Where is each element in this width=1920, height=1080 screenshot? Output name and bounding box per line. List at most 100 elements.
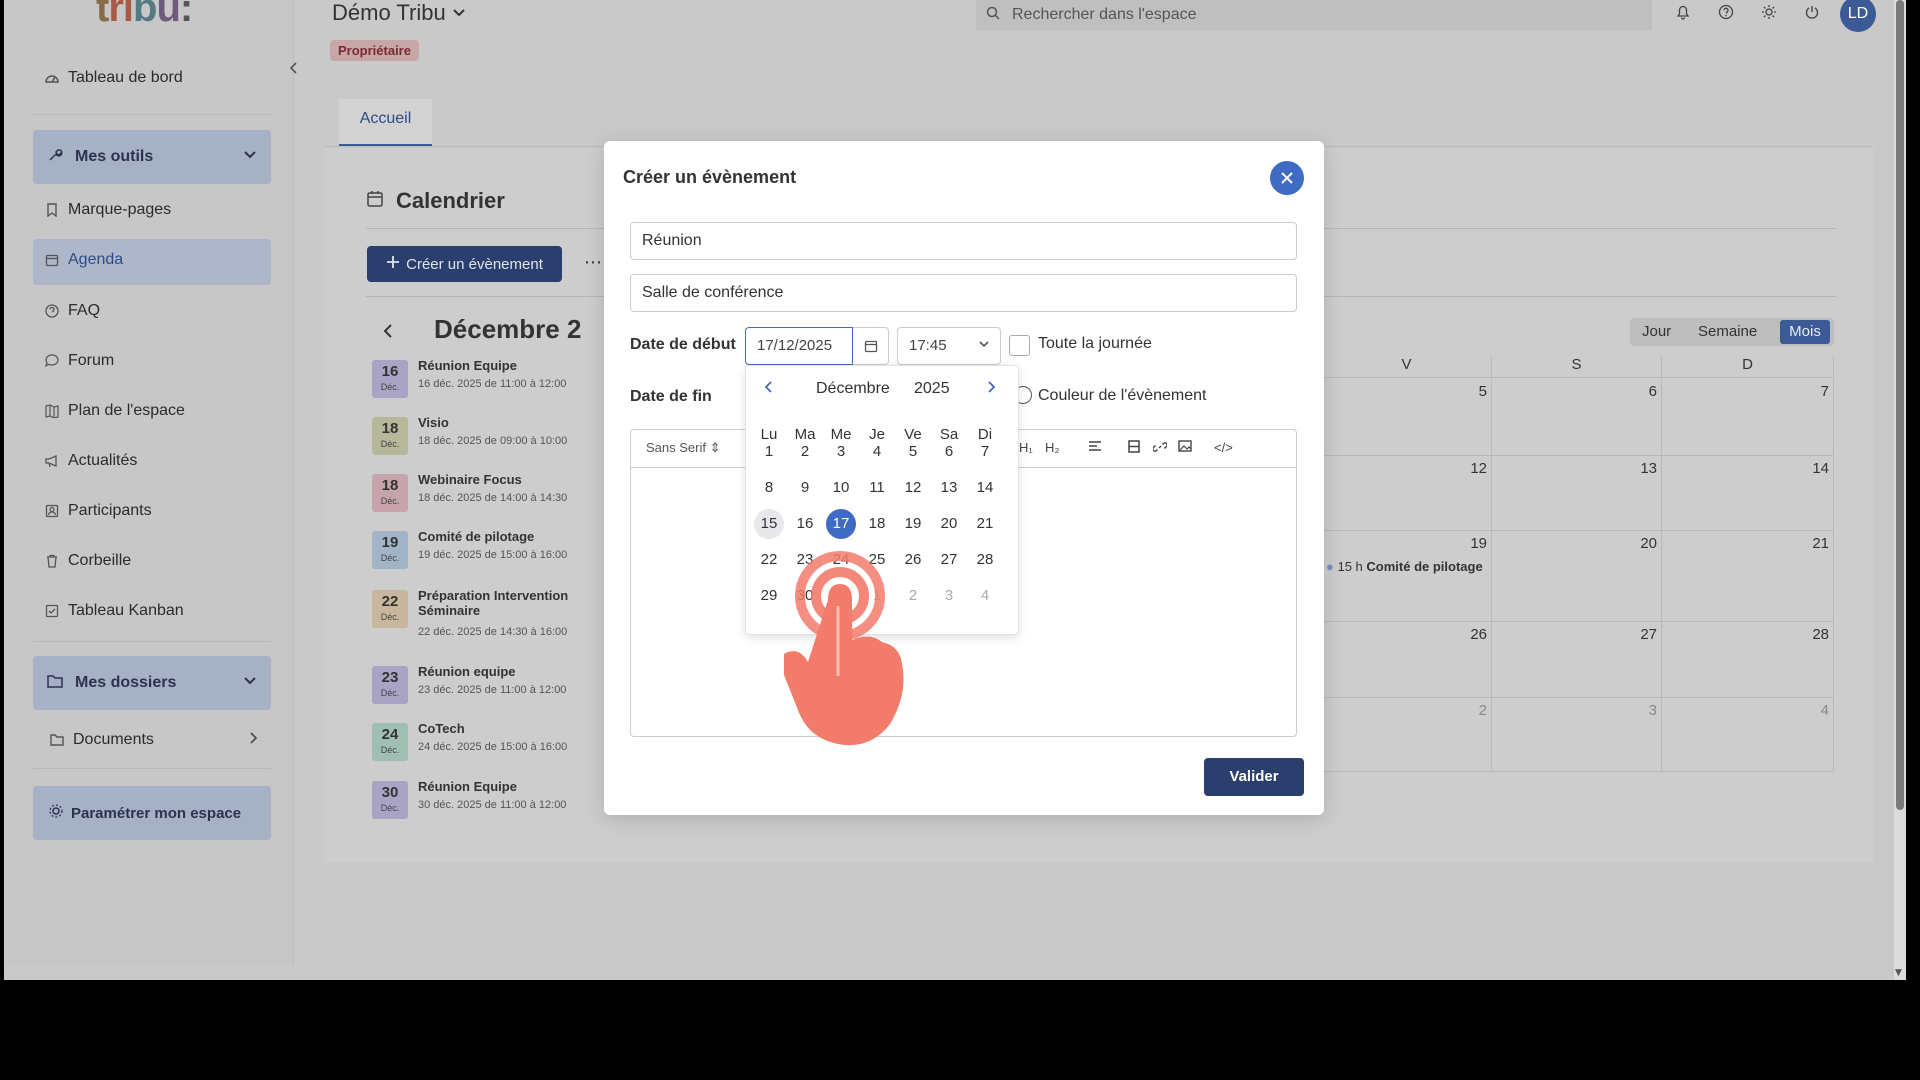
picker-day[interactable]: 24 bbox=[826, 545, 856, 575]
calendar-day-cell[interactable]: 20 bbox=[1492, 531, 1662, 622]
sidebar-item-documents[interactable]: Documents bbox=[49, 723, 259, 757]
prev-month-button[interactable] bbox=[382, 320, 394, 344]
sidebar-item-marque-pages[interactable]: Marque-pages bbox=[44, 193, 171, 227]
picker-day[interactable]: 22 bbox=[754, 545, 784, 575]
heading2-button[interactable]: H₂ bbox=[1045, 440, 1059, 455]
picker-prev-month-button[interactable] bbox=[764, 378, 774, 399]
picker-day[interactable]: 4 bbox=[970, 581, 1000, 611]
picker-day[interactable]: 11 bbox=[862, 473, 892, 503]
picker-day[interactable]: 30 bbox=[790, 581, 820, 611]
picker-day[interactable]: 14 bbox=[970, 473, 1000, 503]
event-list-item[interactable]: 18 Déc. Visio 18 déc. 2025 de 09:00 à 10:00 bbox=[372, 415, 602, 463]
picker-next-month-button[interactable] bbox=[986, 378, 996, 399]
theme-sun-icon[interactable] bbox=[1758, 4, 1780, 26]
picker-day[interactable]: 18 bbox=[862, 509, 892, 539]
settings-button[interactable]: Paramétrer mon espace bbox=[33, 786, 271, 840]
calendar-day-cell[interactable]: 27 bbox=[1492, 622, 1662, 698]
picker-day[interactable]: 1 bbox=[862, 581, 892, 611]
close-button[interactable] bbox=[1270, 161, 1304, 195]
sidebar-item-participants[interactable]: Participants bbox=[44, 494, 152, 528]
calendar-day-cell[interactable]: 12 bbox=[1322, 456, 1492, 531]
grid-event[interactable]: ● 15 h Comité de pilotage bbox=[1326, 559, 1483, 574]
picker-month[interactable]: Décembre bbox=[816, 380, 890, 398]
video-icon[interactable] bbox=[1128, 440, 1140, 456]
calendar-day-cell[interactable]: 13 bbox=[1492, 456, 1662, 531]
picker-day[interactable]: 1 bbox=[754, 437, 784, 467]
help-icon[interactable] bbox=[1715, 4, 1737, 26]
more-options-icon[interactable]: ⋯ bbox=[584, 252, 602, 273]
picker-day[interactable]: 3 bbox=[826, 437, 856, 467]
picker-day[interactable]: 10 bbox=[826, 473, 856, 503]
bell-icon[interactable] bbox=[1672, 4, 1694, 26]
calendar-day-cell[interactable]: 28 bbox=[1662, 622, 1834, 698]
create-event-button[interactable]: Créer un évènement bbox=[367, 246, 562, 282]
calendar-day-cell[interactable]: 5 bbox=[1322, 379, 1492, 456]
heading1-button[interactable]: H₁ bbox=[1019, 440, 1033, 455]
calendar-day-cell[interactable]: 2 bbox=[1322, 698, 1492, 772]
font-select[interactable]: Sans Serif ⇕ bbox=[646, 440, 721, 456]
picker-day[interactable]: 20 bbox=[934, 509, 964, 539]
picker-day[interactable]: 19 bbox=[898, 509, 928, 539]
sidebar-item-corbeille[interactable]: Corbeille bbox=[44, 544, 131, 578]
sidebar-item-dashboard[interactable]: Tableau de bord bbox=[44, 61, 183, 95]
calendar-day-cell[interactable]: 21 bbox=[1662, 531, 1834, 622]
tools-group-toggle[interactable]: Mes outils bbox=[33, 130, 271, 184]
picker-day[interactable]: 7 bbox=[970, 437, 1000, 467]
calendar-day-cell[interactable]: 4 bbox=[1662, 698, 1834, 772]
picker-day[interactable]: 2 bbox=[898, 581, 928, 611]
picker-day[interactable]: 21 bbox=[970, 509, 1000, 539]
search-input[interactable]: Rechercher dans l'espace bbox=[976, 0, 1652, 30]
sidebar-item-faq[interactable]: FAQ bbox=[44, 294, 100, 328]
picker-day[interactable]: 25 bbox=[862, 545, 892, 575]
scroll-down-icon[interactable]: ▼ bbox=[1895, 968, 1902, 978]
picker-day[interactable]: 31 bbox=[826, 581, 856, 611]
view-week-button[interactable]: Semaine bbox=[1698, 323, 1757, 340]
align-icon[interactable] bbox=[1088, 440, 1102, 455]
sidebar-item-forum[interactable]: Forum bbox=[44, 344, 114, 378]
picker-day[interactable]: 15 bbox=[754, 509, 784, 539]
avatar[interactable]: LD bbox=[1840, 0, 1876, 32]
event-list-item[interactable]: 18 Déc. Webinaire Focus 18 déc. 2025 de 14:… bbox=[372, 472, 602, 520]
folders-group-toggle[interactable]: Mes dossiers bbox=[33, 656, 271, 710]
calendar-day-cell[interactable]: 19 ● 15 h Comité de pilotage bbox=[1322, 531, 1492, 622]
tab-accueil[interactable]: Accueil bbox=[339, 99, 432, 146]
calendar-day-cell[interactable]: 26 bbox=[1322, 622, 1492, 698]
picker-day[interactable]: 8 bbox=[754, 473, 784, 503]
picker-day[interactable]: 2 bbox=[790, 437, 820, 467]
picker-day[interactable]: 5 bbox=[898, 437, 928, 467]
validate-button[interactable]: Valider bbox=[1204, 758, 1304, 796]
calendar-day-cell[interactable]: 3 bbox=[1492, 698, 1662, 772]
event-list-item[interactable]: 23 Déc. Réunion equipe 23 déc. 2025 de 11:0… bbox=[372, 664, 602, 712]
event-name-input[interactable]: Réunion bbox=[630, 222, 1297, 260]
picker-day[interactable]: 23 bbox=[790, 545, 820, 575]
picker-day[interactable]: 27 bbox=[934, 545, 964, 575]
space-title[interactable]: Démo Tribu bbox=[332, 0, 466, 26]
event-list-item[interactable]: 16 Déc. Réunion Equipe 16 déc. 2025 de 11:0… bbox=[372, 358, 602, 406]
calendar-icon[interactable] bbox=[853, 327, 889, 365]
picker-day[interactable]: 4 bbox=[862, 437, 892, 467]
event-list-item[interactable]: 19 Déc. Comité de pilotage 19 déc. 2025 de … bbox=[372, 529, 602, 577]
scrollbar-thumb[interactable] bbox=[1896, 0, 1904, 810]
image-icon[interactable] bbox=[1178, 440, 1192, 455]
start-time-select[interactable]: 17:45 bbox=[897, 327, 1001, 365]
event-list-item[interactable]: 24 Déc. CoTech 24 déc. 2025 de 15:00 à 16:0… bbox=[372, 721, 602, 769]
calendar-day-cell[interactable]: 14 bbox=[1662, 456, 1834, 531]
calendar-day-cell[interactable]: 6 bbox=[1492, 379, 1662, 456]
picker-day[interactable]: 3 bbox=[934, 581, 964, 611]
link-icon[interactable] bbox=[1152, 440, 1168, 457]
location-input[interactable]: Salle de conférence bbox=[630, 274, 1297, 312]
view-day-button[interactable]: Jour bbox=[1642, 323, 1671, 340]
event-list-item[interactable]: 30 Déc. Réunion Equipe 30 déc. 2025 de 11:0… bbox=[372, 779, 602, 827]
picker-day[interactable]: 16 bbox=[790, 509, 820, 539]
sidebar-item-agenda[interactable]: Agenda bbox=[44, 243, 123, 277]
start-date-input[interactable]: 17/12/2025 bbox=[745, 327, 853, 365]
sidebar-item-tableau-kanban[interactable]: Tableau Kanban bbox=[44, 594, 184, 628]
view-month-button[interactable]: Mois bbox=[1780, 320, 1830, 344]
picker-day[interactable]: 6 bbox=[934, 437, 964, 467]
picker-day[interactable]: 29 bbox=[754, 581, 784, 611]
scrollbar[interactable]: ▼ bbox=[1894, 0, 1906, 980]
picker-day[interactable]: 12 bbox=[898, 473, 928, 503]
picker-day[interactable]: 17 bbox=[826, 509, 856, 539]
calendar-day-cell[interactable]: 7 bbox=[1662, 379, 1834, 456]
picker-day[interactable]: 13 bbox=[934, 473, 964, 503]
